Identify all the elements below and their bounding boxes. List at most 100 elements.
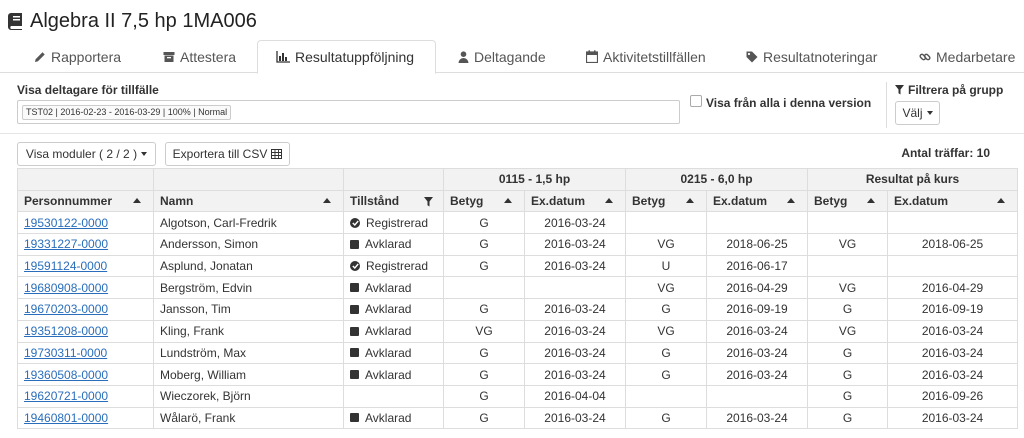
column-header-tillstand[interactable]: Tillstånd: [343, 189, 444, 213]
exam-date-cell: 2016-03-24: [705, 341, 809, 365]
modules-dropdown-button[interactable]: Visa moduler ( 2 / 2 ): [17, 142, 156, 166]
state-cell: Registrerad: [343, 211, 444, 235]
tab-medarbetare[interactable]: Medarbetare: [919, 40, 1015, 73]
tab-attestera[interactable]: Attestera: [163, 40, 236, 73]
state-label: Registrerad: [366, 259, 429, 274]
group-select[interactable]: Välj: [895, 101, 940, 125]
column-label: Betyg: [632, 194, 666, 209]
personnummer-link[interactable]: 19360508-0000: [24, 368, 108, 382]
table-row: 19670203-0000 Jansson, Tim Avklarad G 2016-0…: [17, 298, 1019, 321]
square-icon: [350, 304, 359, 314]
grade-cell: [625, 384, 707, 408]
exam-date-cell: 2016-03-24: [524, 406, 626, 430]
bar-chart-icon: [276, 51, 290, 63]
all-versions-checkbox[interactable]: [690, 95, 702, 107]
check-circle-icon: [350, 217, 360, 228]
tab-rapportera[interactable]: Rapportera: [34, 40, 121, 73]
export-csv-button[interactable]: Exportera till CSV: [165, 142, 290, 166]
square-icon: [350, 239, 359, 249]
personnummer-link[interactable]: 19730311-0000: [24, 346, 107, 360]
state-cell: Avklarad: [343, 233, 444, 256]
column-label: Namn: [160, 194, 194, 209]
sort-up-icon[interactable]: [605, 197, 613, 203]
tab-label: Deltagande: [474, 48, 546, 65]
table-row: 19351208-0000 Kling, Frank Avklarad VG 2016-…: [17, 319, 1019, 343]
tab-label: Resultatuppföljning: [295, 49, 415, 65]
sort-up-icon[interactable]: [997, 197, 1006, 203]
occasion-tag[interactable]: TST02 | 2016-02-23 - 2016-03-29 | 100% |…: [22, 105, 232, 120]
personnummer-link[interactable]: 19331227-0000: [24, 237, 108, 251]
tab-aktivitetstillfallen[interactable]: Aktivitetstillfällen: [586, 40, 706, 73]
tab-deltagande[interactable]: Deltagande: [458, 40, 546, 73]
state-label: Avklarad: [365, 345, 412, 360]
sort-up-icon[interactable]: [787, 197, 796, 203]
exam-date-cell: 2016-03-24: [887, 406, 1019, 430]
link-icon: [919, 53, 931, 60]
tag-icon: [746, 51, 758, 62]
personnummer-cell: 19351208-0000: [17, 319, 154, 343]
column-header-exdatum[interactable]: Ex.datum: [887, 189, 1019, 213]
name-cell: Asplund, Jonatan: [153, 254, 344, 278]
personnummer-cell: 19331227-0000: [17, 233, 154, 256]
state-cell: [343, 384, 444, 408]
filter-icon[interactable]: [424, 196, 433, 207]
table-row: 19360508-0000 Moberg, William Avklarad G 201…: [17, 363, 1019, 386]
sort-up-icon[interactable]: [133, 197, 141, 203]
sort-up-icon[interactable]: [323, 197, 331, 203]
hit-count: Antal träffar: 10: [901, 146, 990, 160]
column-header-personnummer[interactable]: Personnummer: [17, 189, 154, 213]
grade-cell: [807, 211, 889, 235]
column-header-exdatum[interactable]: Ex.datum: [705, 189, 809, 213]
exam-date-cell: 2016-09-19: [705, 298, 809, 321]
table-row: 19331227-0000 Andersson, Simon Avklarad G 20…: [17, 233, 1019, 256]
personnummer-cell: 19591124-0000: [17, 254, 154, 278]
column-header-betyg[interactable]: Betyg: [625, 189, 707, 213]
table-row: 19680908-0000 Bergström, Edvin Avklarad VG 2…: [17, 276, 1019, 300]
name-cell: Moberg, William: [153, 363, 344, 386]
occasion-label: Visa deltagare för tillfälle: [17, 83, 159, 97]
column-header-namn[interactable]: Namn: [153, 189, 344, 213]
state-label: Avklarad: [365, 324, 412, 339]
all-versions-label: Visa från alla i denna version: [706, 96, 872, 110]
grade-cell: G: [807, 341, 889, 365]
header-spacer: [17, 168, 154, 191]
header-spacer: [343, 168, 444, 191]
exam-date-cell: [887, 211, 1019, 235]
exam-date-cell: [524, 276, 626, 300]
sort-up-icon[interactable]: [686, 197, 694, 203]
square-icon: [350, 283, 359, 293]
tab-label: Resultatnoteringar: [763, 48, 878, 65]
tab-resultatnoteringar[interactable]: Resultatnoteringar: [746, 40, 877, 73]
state-cell: Avklarad: [343, 363, 444, 386]
personnummer-cell: 19680908-0000: [17, 276, 154, 300]
name-cell: Algotson, Carl-Fredrik: [153, 211, 344, 235]
page-title: Algebra II 7,5 hp 1MA006: [8, 8, 257, 34]
column-header-exdatum[interactable]: Ex.datum: [524, 189, 626, 213]
state-cell: Avklarad: [343, 276, 444, 300]
exam-date-cell: 2016-03-24: [887, 363, 1019, 386]
personnummer-link[interactable]: 19530122-0000: [24, 216, 108, 230]
personnummer-link[interactable]: 19460801-0000: [24, 411, 108, 425]
grade-cell: G: [443, 341, 525, 365]
personnummer-link[interactable]: 19591124-0000: [24, 259, 107, 273]
personnummer-link[interactable]: 19680908-0000: [24, 281, 108, 295]
divider: [0, 133, 1024, 134]
column-header-betyg[interactable]: Betyg: [807, 189, 889, 213]
occasion-select[interactable]: TST02 | 2016-02-23 - 2016-03-29 | 100% |…: [17, 100, 680, 124]
group-select-value: Välj: [902, 106, 923, 120]
name-cell: Jansson, Tim: [153, 298, 344, 321]
state-label: Registrerad: [366, 215, 429, 230]
column-header-betyg[interactable]: Betyg: [443, 189, 525, 213]
table-row: 19591124-0000 Asplund, Jonatan Registrerad…: [17, 254, 1019, 278]
sort-up-icon[interactable]: [867, 197, 876, 203]
export-button-label: Exportera till CSV: [172, 147, 268, 161]
pencil-icon: [35, 51, 45, 62]
personnummer-link[interactable]: 19351208-0000: [24, 324, 108, 338]
personnummer-link[interactable]: 19620721-0000: [24, 389, 108, 403]
personnummer-link[interactable]: 19670203-0000: [24, 302, 108, 316]
grade-cell: G: [443, 233, 525, 256]
personnummer-cell: 19530122-0000: [17, 211, 154, 235]
tab-resultatuppfoljning[interactable]: Resultatuppföljning: [257, 40, 436, 74]
tab-label: Aktivitetstillfällen: [603, 48, 706, 65]
sort-up-icon[interactable]: [504, 197, 512, 203]
